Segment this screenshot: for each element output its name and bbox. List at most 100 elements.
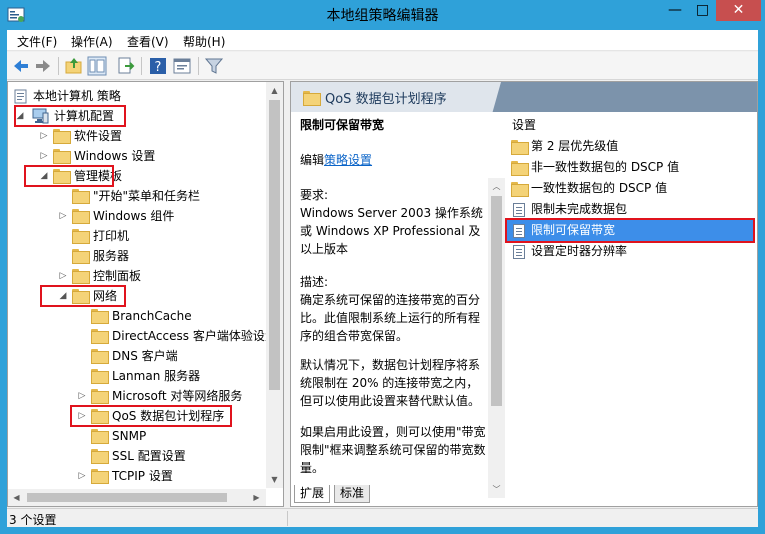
list-item-label: 一致性数据包的 DSCP 值 — [531, 181, 668, 195]
export-list-icon[interactable] — [116, 56, 136, 76]
setting-heading: 限制可保留带宽 — [300, 118, 385, 132]
status-bar: 3 个设置 — [7, 508, 758, 527]
collapse-arrow-icon[interactable]: ◢ — [58, 286, 68, 306]
tree-label: 网络 — [93, 289, 118, 303]
policy-setting-icon — [513, 224, 525, 238]
folder-icon — [53, 129, 71, 144]
title-bar[interactable]: 本地组策略编辑器 — □ ✕ — [0, 0, 765, 30]
description-scrollbar[interactable]: ︿ ﹀ — [488, 178, 505, 498]
edit-policy-line: 编辑策略设置 — [300, 151, 486, 169]
show-hide-tree-icon[interactable] — [87, 56, 107, 76]
tree-label: Lanman 服务器 — [112, 369, 201, 383]
tree-label: SSL 配置设置 — [112, 449, 186, 463]
tab-extended[interactable]: 扩展 — [294, 485, 331, 503]
tree-label: 管理模板 — [74, 169, 123, 183]
window-title: 本地组策略编辑器 — [326, 8, 439, 24]
menu-help[interactable]: 帮助(H) — [183, 33, 225, 50]
folder-icon — [91, 389, 109, 404]
close-button[interactable]: ✕ — [716, 0, 761, 21]
tree-label: Windows 组件 — [93, 209, 175, 223]
tree-item-computer-configuration[interactable]: ◢ 计算机配置 — [12, 106, 272, 126]
tree-vertical-scrollbar[interactable]: ▲ ▼ — [266, 82, 283, 488]
description-panel: 限制可保留带宽 编辑策略设置 要求: Windows Server 2003 操… — [292, 112, 488, 506]
tree-label: QoS 数据包计划程序 — [112, 409, 225, 423]
default-behavior-text: 默认情况下，数据包计划程序将系统限制在 20% 的连接带宽之内，但可以使用此设置… — [300, 358, 481, 408]
menu-action[interactable]: 操作(A) — [71, 33, 113, 50]
filter-icon[interactable] — [204, 56, 224, 76]
folder-icon — [91, 429, 109, 444]
menu-bar: 文件(F) 操作(A) 查看(V) 帮助(H) — [7, 30, 758, 51]
scroll-down-arrow-icon[interactable]: ▼ — [266, 471, 283, 488]
menu-view[interactable]: 查看(V) — [127, 33, 169, 50]
expand-arrow-icon[interactable]: ▷ — [77, 386, 87, 406]
scroll-up-arrow-icon[interactable]: ︿ — [488, 178, 505, 195]
collapse-arrow-icon[interactable]: ◢ — [15, 106, 25, 126]
scroll-thumb[interactable] — [27, 493, 227, 502]
edit-policy-link[interactable]: 策略设置 — [324, 153, 372, 167]
settings-column-header[interactable]: 设置 — [512, 116, 536, 133]
enable-behavior-text: 如果启用此设置，则可以使用"带宽限制"框来调整系统可保留的带宽数量。 — [300, 425, 486, 475]
collapse-arrow-icon[interactable]: ◢ — [39, 166, 49, 186]
status-divider — [287, 511, 288, 526]
list-item-label: 限制可保留带宽 — [531, 223, 616, 237]
window-client-area: 文件(F) 操作(A) 查看(V) 帮助(H) ? 本地计算机 策略 ◢ 计算机… — [7, 30, 758, 527]
minimize-button[interactable]: — — [661, 0, 689, 21]
help-icon[interactable]: ? — [148, 56, 168, 76]
app-window: 本地组策略编辑器 — □ ✕ 文件(F) 操作(A) 查看(V) 帮助(H) ?… — [0, 0, 765, 534]
scroll-up-arrow-icon[interactable]: ▲ — [266, 82, 283, 99]
toolbar: ? — [7, 52, 758, 80]
tree-pane: 本地计算机 策略 ◢ 计算机配置 ▷ 软件设置 ▷ Windows 设置 ◢ 管… — [7, 81, 284, 507]
folder-icon — [511, 140, 529, 155]
list-item[interactable]: 非一致性数据包的 DSCP 值 — [507, 157, 755, 178]
scroll-thumb[interactable] — [269, 100, 280, 390]
folder-icon — [91, 369, 109, 384]
tree-horizontal-scrollbar[interactable]: ◀ ▶ — [8, 489, 266, 506]
tree-label: 服务器 — [93, 249, 130, 263]
folder-icon — [72, 269, 90, 284]
folder-icon — [72, 229, 90, 244]
folder-icon — [91, 309, 109, 324]
scroll-thumb[interactable] — [491, 196, 502, 406]
view-tabs: 扩展 标准 — [290, 485, 758, 504]
properties-icon[interactable] — [172, 56, 192, 76]
expand-arrow-icon[interactable]: ▷ — [39, 146, 49, 166]
tree-label: 打印机 — [93, 229, 130, 243]
tab-standard[interactable]: 标准 — [334, 485, 371, 503]
tree-label: 本地计算机 策略 — [33, 89, 121, 103]
scroll-right-arrow-icon[interactable]: ▶ — [248, 489, 265, 506]
tree-label: Windows 设置 — [74, 149, 156, 163]
folder-icon — [72, 289, 90, 304]
expand-arrow-icon[interactable]: ▷ — [58, 206, 68, 226]
toolbar-separator — [141, 57, 142, 75]
maximize-button[interactable]: □ — [689, 0, 716, 21]
expand-arrow-icon[interactable]: ▷ — [77, 406, 87, 426]
list-item-label: 非一致性数据包的 DSCP 值 — [531, 160, 680, 174]
requirements-text: Windows Server 2003 操作系统或 Windows XP Pro… — [300, 206, 483, 256]
expand-arrow-icon[interactable]: ▷ — [58, 266, 68, 286]
tree-label: TCPIP 设置 — [112, 469, 173, 483]
list-item[interactable]: 第 2 层优先级值 — [507, 136, 755, 157]
description-label: 描述: — [300, 275, 329, 289]
folder-icon — [511, 161, 529, 176]
folder-icon — [91, 449, 109, 464]
folder-icon — [91, 469, 109, 484]
menu-file[interactable]: 文件(F) — [17, 33, 57, 50]
list-item-label: 设置定时器分辨率 — [531, 244, 628, 258]
back-icon[interactable] — [11, 56, 31, 76]
tree-label: BranchCache — [112, 309, 192, 323]
up-folder-icon[interactable] — [64, 56, 84, 76]
folder-icon — [511, 182, 529, 197]
expand-arrow-icon[interactable]: ▷ — [39, 126, 49, 146]
tree-label: DirectAccess 客户端体验设置 — [112, 329, 277, 343]
list-item[interactable]: 一致性数据包的 DSCP 值 — [507, 178, 755, 199]
list-item[interactable]: 限制未完成数据包 — [507, 199, 755, 220]
policy-setting-icon — [513, 203, 525, 217]
scroll-left-arrow-icon[interactable]: ◀ — [8, 489, 25, 506]
list-item[interactable]: 设置定时器分辨率 — [507, 241, 755, 262]
folder-icon — [53, 149, 71, 164]
expand-arrow-icon[interactable]: ▷ — [77, 466, 87, 486]
svg-text:?: ? — [155, 60, 162, 75]
list-item-selected[interactable]: 限制可保留带宽 — [507, 220, 755, 241]
forward-icon[interactable] — [33, 56, 53, 76]
folder-icon — [91, 349, 109, 364]
